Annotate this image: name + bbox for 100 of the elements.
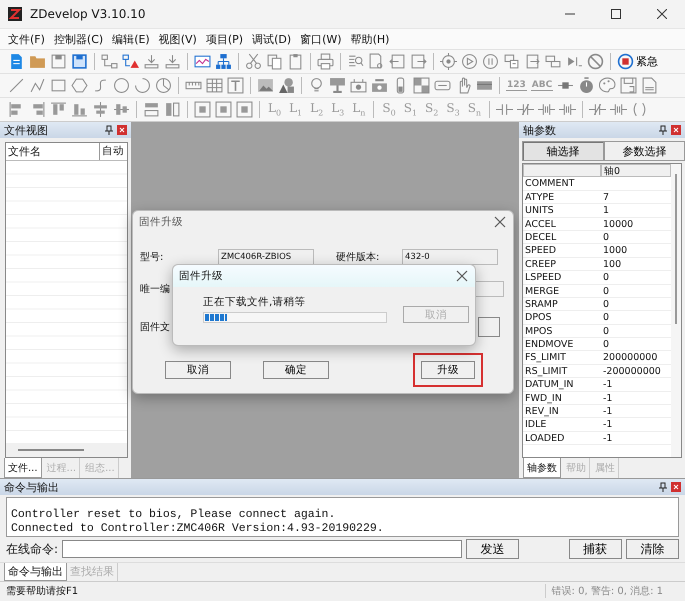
align-center-icon[interactable] [92, 101, 109, 118]
contact-symbol-icon[interactable] [517, 101, 534, 118]
center-icon[interactable] [194, 101, 211, 118]
stopwatch-icon[interactable] [578, 77, 596, 94]
clear-button[interactable]: 清除 [626, 539, 680, 560]
panel-tab[interactable]: 轴参数 [523, 458, 561, 478]
table-icon[interactable] [206, 77, 223, 94]
status-text: 需要帮助请按F1 [6, 584, 80, 598]
menu-item[interactable]: 视图(V) [154, 32, 201, 46]
play-icon[interactable] [461, 53, 478, 70]
browse-button[interactable] [478, 317, 500, 337]
network-icon[interactable] [101, 53, 118, 70]
dialog-button[interactable]: 确定 [263, 361, 329, 379]
parameter-name: FS_LIMIT [523, 351, 601, 365]
polyline-icon[interactable] [29, 77, 46, 94]
printer-icon[interactable] [317, 53, 334, 70]
arc-icon[interactable] [134, 77, 151, 94]
shapes-icon[interactable] [278, 77, 295, 94]
hexagon-icon[interactable] [71, 77, 88, 94]
close-button[interactable] [493, 215, 507, 229]
align-top-icon[interactable] [50, 101, 67, 118]
palette-icon[interactable] [599, 77, 616, 94]
rectangle-icon[interactable] [50, 77, 67, 94]
close-icon[interactable] [671, 125, 681, 135]
field-label: 固件文 [140, 320, 171, 334]
contact-symbol-icon[interactable] [538, 101, 556, 118]
scrollbar[interactable] [671, 164, 681, 457]
coil-symbol-icon[interactable] [631, 101, 648, 118]
menu-item[interactable]: 调试(D) [248, 32, 296, 46]
step-out-icon[interactable] [524, 53, 541, 70]
panel-tab[interactable]: 命令与输出 [4, 562, 67, 581]
parameter-name: DPOS [523, 311, 601, 325]
pie-chart-icon[interactable] [155, 77, 172, 94]
step-into-icon[interactable] [503, 53, 520, 70]
align-middle-icon[interactable] [113, 101, 130, 118]
column-header[interactable]: 文件名 [6, 143, 100, 160]
arrow-left-icon[interactable] [389, 53, 406, 70]
scissors-icon[interactable] [245, 53, 262, 70]
document-icon[interactable] [8, 53, 25, 70]
dialog-button[interactable]: 取消 [165, 361, 231, 379]
contact-symbol-icon[interactable] [559, 101, 576, 118]
contact-symbol-icon[interactable] [589, 101, 606, 118]
storage-icon[interactable] [620, 77, 638, 94]
close-icon[interactable] [117, 125, 127, 135]
waveform-icon[interactable] [194, 53, 211, 70]
arrow-right-icon[interactable] [410, 53, 427, 70]
align-bottom-icon[interactable] [71, 101, 88, 118]
download-icon[interactable] [164, 53, 181, 70]
center-icon[interactable] [236, 101, 253, 118]
light-bulb-icon[interactable] [308, 77, 325, 94]
text-box-icon[interactable] [227, 77, 244, 94]
panel-tab[interactable]: 文件... [4, 458, 42, 478]
same-width-icon[interactable] [143, 101, 160, 118]
line-icon[interactable] [8, 77, 25, 94]
menu-item[interactable]: 项目(P) [202, 32, 248, 46]
parameter-name: CREEP [523, 258, 601, 272]
send-button[interactable]: 发送 [466, 539, 520, 560]
two-state-icon[interactable] [413, 77, 430, 94]
hierarchy-icon[interactable] [215, 53, 232, 70]
camera-icon[interactable] [350, 77, 367, 94]
input-field[interactable]: ZMC406R-ZBIOS [218, 249, 314, 265]
network-warning-icon[interactable] [122, 53, 139, 70]
step-over-icon[interactable] [545, 53, 562, 70]
menu-item[interactable]: 窗口(W) [296, 32, 346, 46]
column-header[interactable]: 自动 [100, 143, 127, 160]
contact-symbol-icon[interactable] [496, 101, 514, 118]
clipboard-icon[interactable] [287, 53, 304, 70]
download-icon[interactable] [143, 53, 160, 70]
circle-icon[interactable] [113, 77, 130, 94]
menu-item[interactable]: 编辑(E) [108, 32, 154, 46]
pause-icon[interactable] [482, 53, 499, 70]
document-eye-icon[interactable] [368, 53, 385, 70]
folder-icon[interactable] [29, 53, 46, 70]
selector-button[interactable]: 轴选择 [522, 141, 604, 161]
same-height-icon[interactable] [164, 101, 181, 118]
no-entry-icon[interactable] [587, 53, 604, 70]
menu-item[interactable]: 帮助(H) [346, 32, 394, 46]
copy-icon[interactable] [266, 53, 283, 70]
cad-file-icon[interactable] [641, 77, 658, 94]
dialog-button[interactable]: 升级 [413, 353, 483, 387]
curve-icon[interactable] [92, 77, 109, 94]
pin-icon[interactable] [659, 125, 667, 135]
center-icon[interactable] [215, 101, 232, 118]
scrollbar[interactable] [6, 443, 127, 457]
pin-icon[interactable] [105, 125, 113, 135]
emergency-stop-button[interactable]: 紧急 [617, 53, 658, 70]
contact-symbol-icon[interactable] [610, 101, 628, 118]
crosshair-icon[interactable] [440, 53, 457, 70]
selector-button[interactable]: 参数选择 [604, 141, 685, 161]
menu-item[interactable]: 文件(F) [4, 32, 49, 46]
menu-item[interactable]: 控制器(C) [50, 32, 108, 46]
image-icon[interactable] [257, 77, 274, 94]
numeric-display-icon[interactable] [371, 77, 388, 94]
command-input-field[interactable] [62, 540, 462, 558]
input-field[interactable]: 432-0 [402, 249, 498, 265]
display-icon[interactable] [329, 77, 346, 94]
pin-icon[interactable] [659, 482, 667, 492]
close-button[interactable] [455, 269, 469, 283]
close-icon[interactable] [671, 482, 681, 492]
capture-button[interactable]: 捕获 [568, 539, 622, 560]
